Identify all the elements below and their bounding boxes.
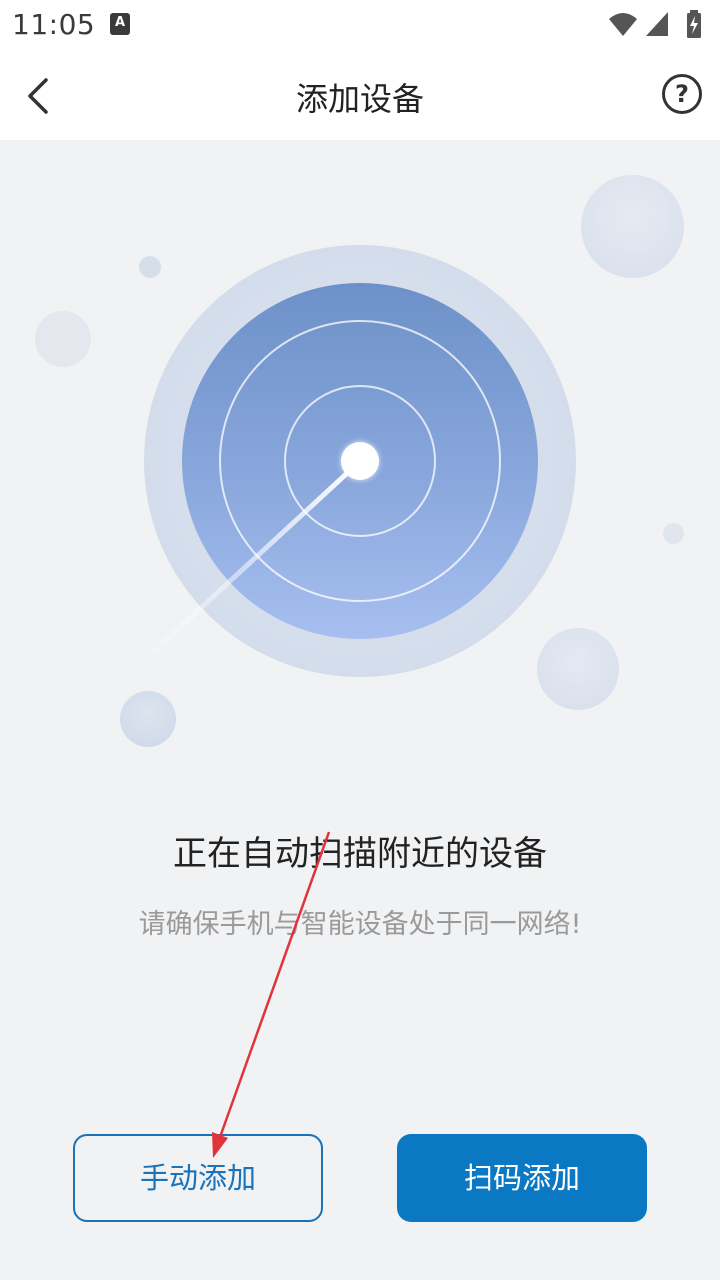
- add-device-screen: 11:05 A 添加设备 ? 正在自动扫描附近的设备 请确保手机与智能设备处于同…: [0, 0, 720, 1280]
- question-circle-icon: ?: [675, 80, 689, 108]
- page-title: 添加设备: [295, 80, 424, 118]
- status-icons: [608, 10, 708, 40]
- battery-charging-icon: [687, 10, 701, 38]
- scan-status-hint: 请确保手机与智能设备处于同一网络!: [138, 909, 582, 940]
- signal-icon: [646, 12, 668, 36]
- status-bar: 11:05 A: [0, 0, 720, 52]
- app-header: 添加设备 ?: [0, 52, 720, 140]
- help-button[interactable]: ?: [662, 74, 702, 114]
- app-notification-icon: A: [110, 13, 130, 35]
- scan-add-button[interactable]: 扫码添加: [397, 1134, 647, 1222]
- manual-add-button[interactable]: 手动添加: [73, 1134, 323, 1222]
- status-time: 11:05: [12, 8, 96, 41]
- scan-status-title: 正在自动扫描附近的设备: [173, 834, 547, 874]
- radar-center-dot: [341, 442, 379, 480]
- wifi-icon: [609, 13, 637, 36]
- radar-scan-graphic: [0, 140, 720, 780]
